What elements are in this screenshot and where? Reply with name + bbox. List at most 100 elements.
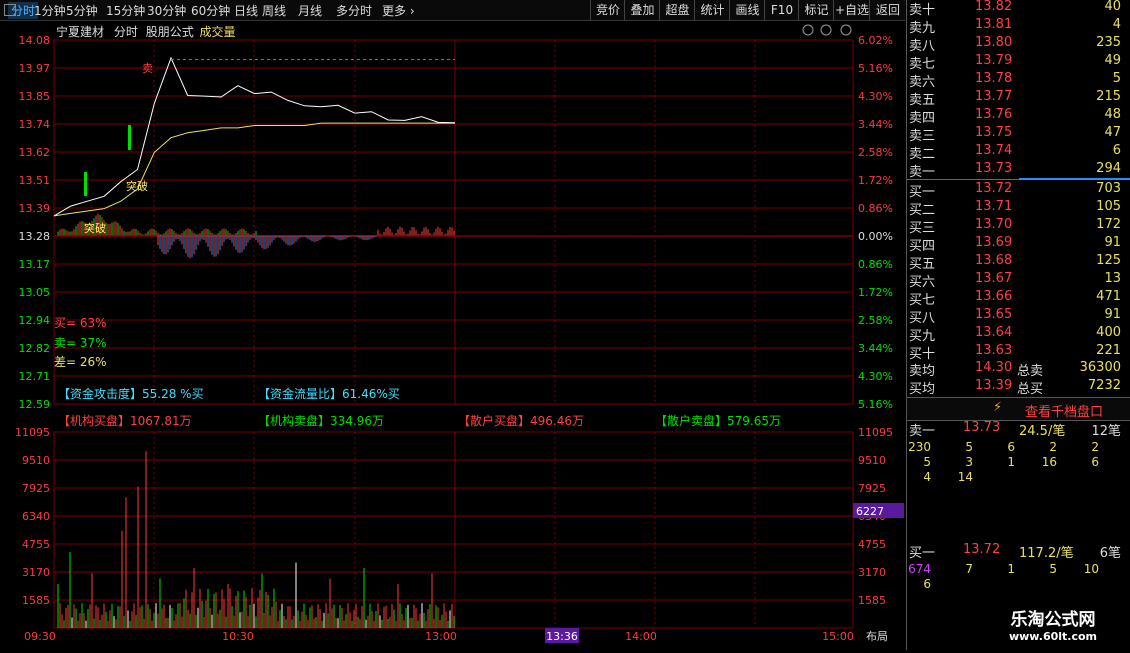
percent-axis-label: 0.86% <box>858 202 893 215</box>
toolbar-button[interactable]: 叠加 <box>624 0 660 20</box>
volume-axis-label: 11095 <box>15 426 50 439</box>
bid-level-row[interactable]: 买一 13.72 703 <box>907 181 1130 200</box>
bid-level-row[interactable]: 买九 13.64 400 <box>907 325 1130 344</box>
level-volume: 49 <box>1104 53 1121 68</box>
watermark-url: www.60lt.com <box>1008 630 1098 643</box>
level-label: 卖二 <box>909 147 936 162</box>
level-label: 卖四 <box>909 111 936 126</box>
chart-canvas[interactable]: 14.08 6.02% 13.97 5.16% 13.85 4.30% 13.74 3.44%… <box>0 21 905 650</box>
toolbar-button[interactable]: 统计 <box>694 0 730 20</box>
percent-axis-label: 0.86% <box>858 258 893 271</box>
toolbar-button[interactable]: 返回 <box>869 0 906 20</box>
bid-level-row[interactable]: 买八 13.65 91 <box>907 307 1130 326</box>
level-price: 13.63 <box>975 343 1013 358</box>
level-price: 13.77 <box>975 89 1013 104</box>
ask-level-row[interactable]: 卖九 13.81 4 <box>907 17 1130 36</box>
sell-signal: 卖 <box>142 62 153 75</box>
period-tab[interactable]: 30分钟 <box>147 2 186 19</box>
period-tab[interactable]: 月线 <box>298 2 322 19</box>
percent-axis-label: 0.00% <box>858 230 893 243</box>
bid-level-row[interactable]: 买六 13.67 13 <box>907 271 1130 290</box>
ask-level-row[interactable]: 卖一 13.73 294 <box>907 161 1130 180</box>
bid-level-row[interactable]: 买七 13.66 471 <box>907 289 1130 308</box>
chart-mode: 分时 <box>113 25 138 39</box>
level-price: 13.72 <box>975 181 1013 196</box>
period-tab[interactable]: 周线 <box>262 2 286 19</box>
sell-ratio: 卖= 37% <box>54 336 107 350</box>
bid-level-row[interactable]: 买十 13.63 221 <box>907 343 1130 362</box>
level-volume: 91 <box>1104 235 1121 250</box>
level-price: 13.79 <box>975 53 1013 68</box>
chart-tool-icon <box>820 24 832 36</box>
level-label: 卖六 <box>909 75 936 90</box>
percent-axis-label: 5.16% <box>858 62 893 75</box>
volume-axis-label: 11095 <box>858 426 893 439</box>
ask-level-row[interactable]: 卖十 13.82 40 <box>907 0 1130 18</box>
ask-level-row[interactable]: 卖二 13.74 6 <box>907 143 1130 162</box>
window-icon[interactable] <box>4 4 16 16</box>
period-tab[interactable]: 15分钟 <box>106 2 145 19</box>
level-volume: 400 <box>1096 325 1121 340</box>
level-label: 卖五 <box>909 93 936 108</box>
level-label: 买七 <box>909 293 936 308</box>
period-tab[interactable]: 更多 › <box>382 2 415 19</box>
buy-ratio: 买= 63% <box>54 316 107 330</box>
period-tab[interactable]: 1分钟 <box>34 2 66 19</box>
ask-level-row[interactable]: 卖五 13.77 215 <box>907 89 1130 108</box>
toolbar-button[interactable]: 画线 <box>729 0 765 20</box>
retail-sell: 【散户卖盘】579.65万 <box>655 414 781 428</box>
period-toolbar: 分时 1分钟 5分钟 15分钟 30分钟 60分钟 日线 周线 月线 多分时 更多 › 竞价 叠加 超盘… <box>0 0 905 21</box>
bid-level-row[interactable]: 买二 13.71 105 <box>907 199 1130 218</box>
time-cursor-value: 13:36 <box>546 630 578 643</box>
price-axis-label: 12.82 <box>19 342 51 355</box>
buy1-queue-row: 6 <box>923 577 931 591</box>
period-tab[interactable]: 日线 <box>234 2 258 19</box>
toolbar-button[interactable]: 标记 <box>798 0 834 20</box>
ask-level-row[interactable]: 卖七 13.79 49 <box>907 53 1130 72</box>
percent-axis-label: 3.44% <box>858 118 893 131</box>
percent-axis-label: 2.58% <box>858 146 893 159</box>
level-volume: 703 <box>1096 181 1121 196</box>
bid-level-row[interactable]: 买五 13.68 125 <box>907 253 1130 272</box>
price-axis-label: 12.94 <box>19 314 51 327</box>
ask-level-row[interactable]: 卖八 13.80 235 <box>907 35 1130 54</box>
buy1-header: 买一 13.72 117.2/笔 6笔 <box>909 542 1121 561</box>
level-volume: 91 <box>1104 307 1121 322</box>
ask-level-row[interactable]: 卖三 13.75 47 <box>907 125 1130 144</box>
layout-button[interactable]: 布局 <box>866 630 888 643</box>
toolbar-button[interactable]: 竞价 <box>590 0 625 20</box>
time-axis-label: 15:00 <box>822 630 854 643</box>
level-label: 买一 <box>909 185 936 200</box>
percent-axis-label: 3.44% <box>858 342 893 355</box>
toolbar-button[interactable]: +自选 <box>833 0 870 20</box>
breakout-signal: 突破 <box>126 179 148 193</box>
price-axis-label: 13.17 <box>19 258 51 271</box>
bid-level-row[interactable]: 买四 13.69 91 <box>907 235 1130 254</box>
percent-axis-label: 6.02% <box>858 34 893 47</box>
level-price: 13.67 <box>975 271 1013 286</box>
toolbar-button[interactable]: F10 <box>764 0 799 20</box>
percent-axis-label: 5.16% <box>858 398 893 411</box>
ask-level-row[interactable]: 卖六 13.78 5 <box>907 71 1130 90</box>
toolbar-button[interactable]: 超盘 <box>659 0 695 20</box>
breakout-bar <box>84 172 87 196</box>
period-tab[interactable]: 60分钟 <box>191 2 230 19</box>
bid-average-row: 买均 13.39 总买 7232 <box>909 378 1121 397</box>
period-tab[interactable]: 多分时 <box>336 2 372 19</box>
level-price: 13.71 <box>975 199 1013 214</box>
view-full-depth-button[interactable]: 查看千档盘口 <box>1025 401 1103 420</box>
intraday-chart[interactable]: 14.08 6.02% 13.97 5.16% 13.85 4.30% 13.74 3.44%… <box>0 21 905 650</box>
percent-axis-label: 4.30% <box>858 90 893 103</box>
volume-axis-label: 6340 <box>22 510 50 523</box>
price-axis-label: 12.59 <box>19 398 51 411</box>
volume-axis-label: 3170 <box>858 566 886 579</box>
bid-level-row[interactable]: 买三 13.70 172 <box>907 217 1130 236</box>
level-volume: 125 <box>1096 253 1121 268</box>
level-price: 13.73 <box>975 161 1013 176</box>
inst-sell: 【机构卖盘】334.96万 <box>258 414 384 428</box>
price-axis-label: 13.51 <box>19 174 51 187</box>
level-volume: 221 <box>1096 343 1121 358</box>
ask-level-row[interactable]: 卖四 13.76 48 <box>907 107 1130 126</box>
level-volume: 105 <box>1096 199 1121 214</box>
period-tab[interactable]: 5分钟 <box>66 2 98 19</box>
